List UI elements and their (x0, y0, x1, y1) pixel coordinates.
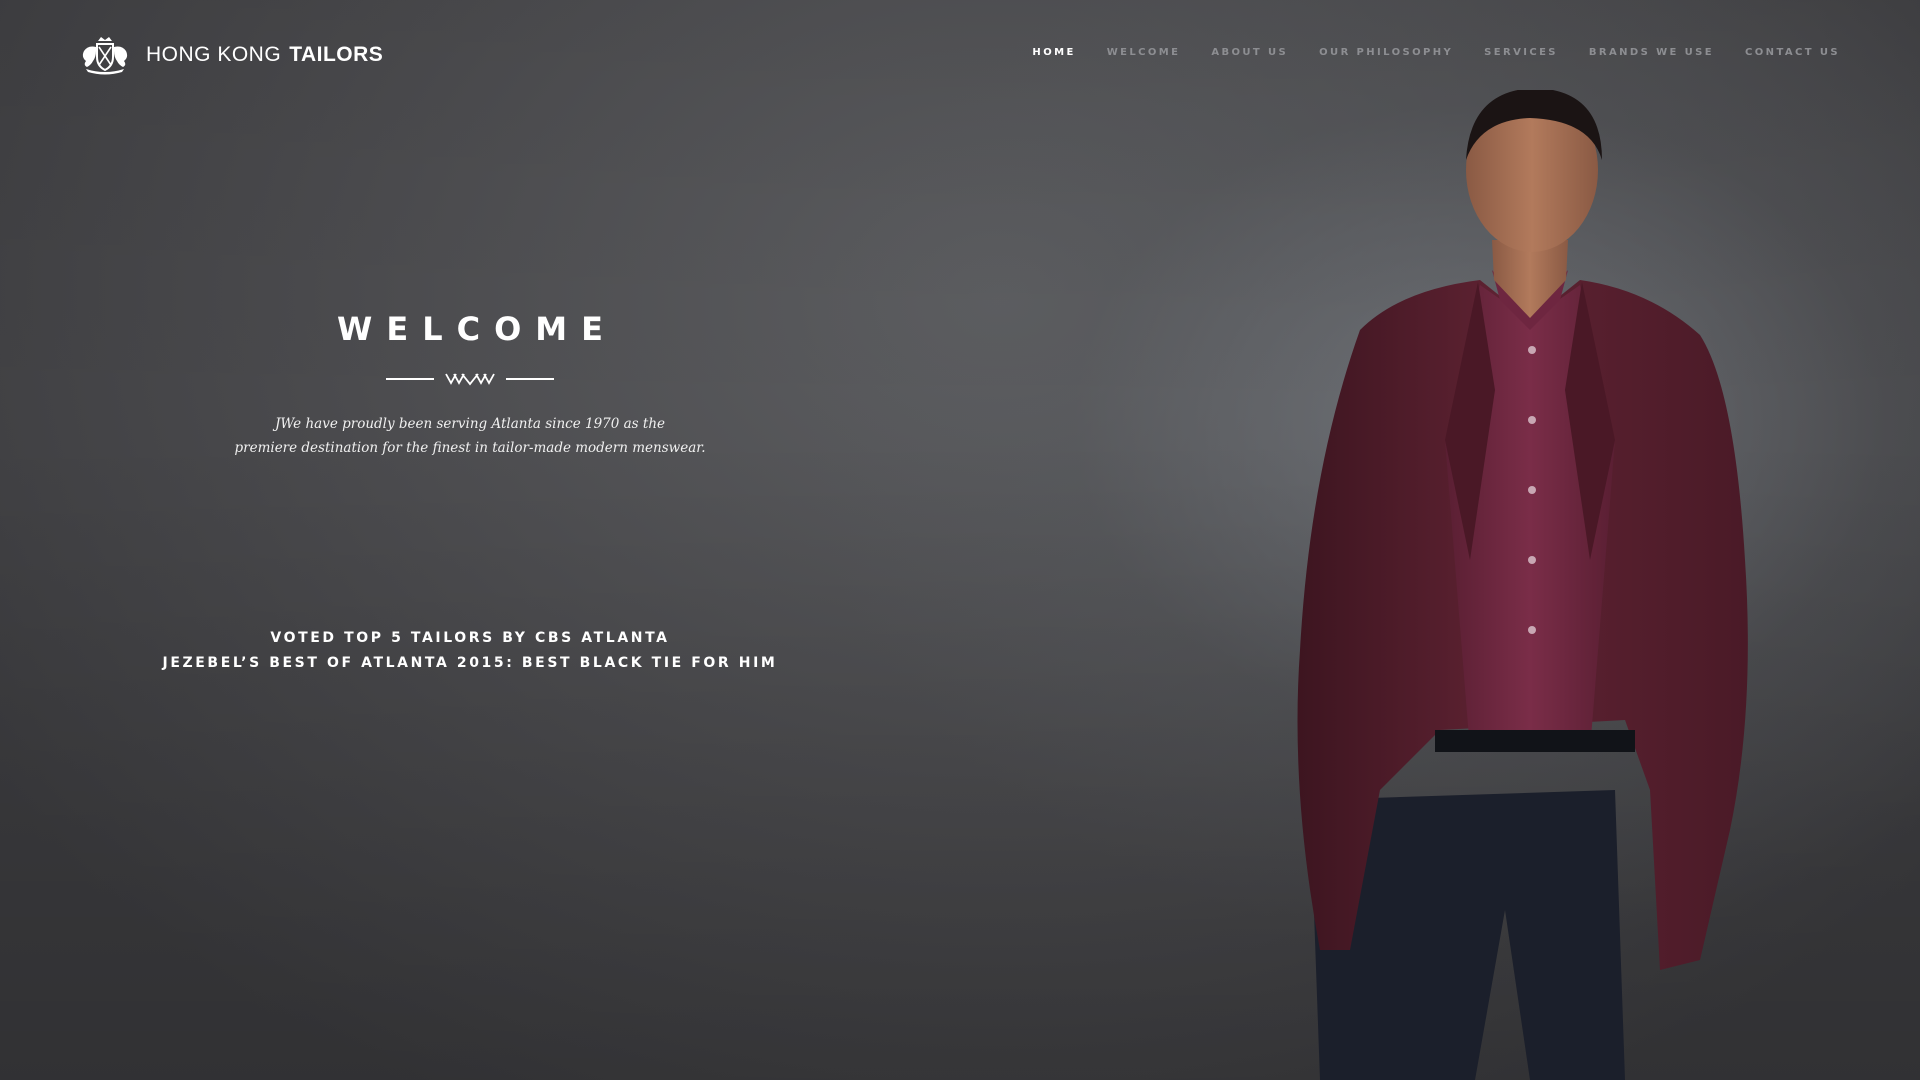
awards-section: VOTED TOP 5 TAILORS BY CBS ATLANTA JEZEB… (130, 626, 810, 676)
award-line-1: VOTED TOP 5 TAILORS BY CBS ATLANTA (270, 630, 670, 646)
brand-logo-link[interactable]: HONG KONG TAILORS (78, 33, 383, 77)
nav-item-brands-we-use[interactable]: BRANDS WE USE (1589, 47, 1714, 58)
nav-item-our-philosophy[interactable]: OUR PHILOSOPHY (1319, 47, 1453, 58)
nav-item-services[interactable]: SERVICES (1484, 47, 1558, 58)
welcome-title: WELCOME (337, 310, 617, 348)
welcome-section: WELCOME JWe have proudly been serving At… (190, 310, 750, 460)
model-portrait-image (1230, 90, 1830, 1080)
nav-item-home[interactable]: HOME (1032, 47, 1075, 58)
nav-item-welcome[interactable]: WELCOME (1107, 47, 1181, 58)
brand-name-light: HONG KONG (146, 43, 282, 66)
nav-item-contact-us[interactable]: CONTACT US (1745, 47, 1840, 58)
award-line-2: JEZEBEL’S BEST OF ATLANTA 2015: BEST BLA… (162, 655, 778, 671)
welcome-description: JWe have proudly been serving Atlanta si… (190, 412, 750, 460)
crest-logo-icon (78, 35, 132, 75)
welcome-description-line-1: JWe have proudly been serving Atlanta si… (274, 416, 666, 432)
welcome-description-line-2: premiere destination for the finest in t… (234, 440, 706, 456)
brand-name-bold: TAILORS (289, 43, 384, 66)
hero-section: HONG KONG TAILORS HOME WELCOME ABOUT US O… (0, 0, 1920, 1080)
decorative-divider-icon (386, 373, 554, 386)
site-header: HONG KONG TAILORS HOME WELCOME ABOUT US O… (0, 0, 1920, 110)
nav-item-about-us[interactable]: ABOUT US (1211, 47, 1288, 58)
brand-name: HONG KONG TAILORS (146, 43, 383, 67)
main-nav: HOME WELCOME ABOUT US OUR PHILOSOPHY SER… (1032, 47, 1840, 58)
